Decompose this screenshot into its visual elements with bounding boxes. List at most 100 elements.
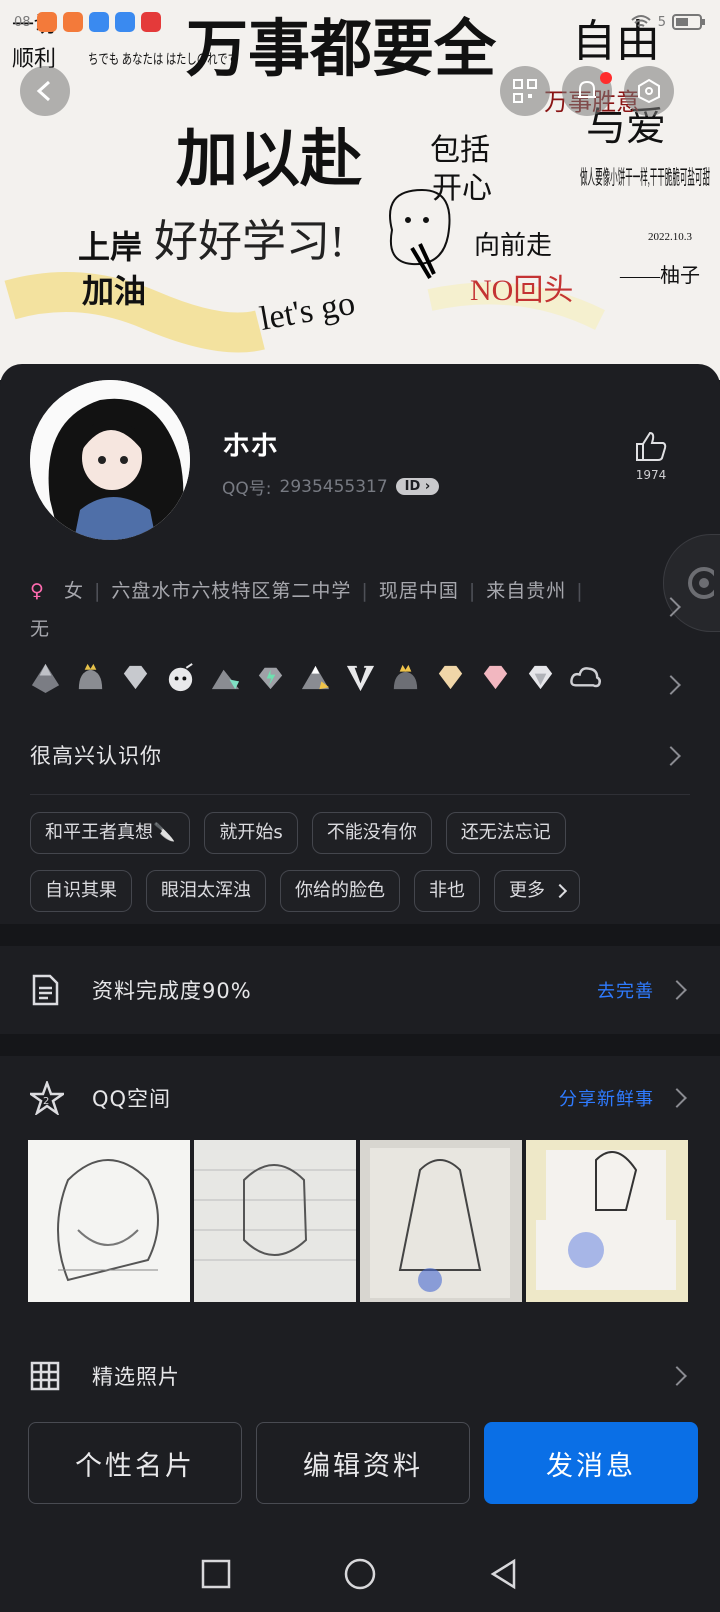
- qr-code-icon: [513, 79, 537, 103]
- tag-item[interactable]: 你给的脸色: [280, 870, 400, 912]
- home-icon[interactable]: [342, 1556, 378, 1592]
- greeting-title[interactable]: 很高兴认识你: [30, 740, 162, 770]
- notification-app-icon: [114, 12, 135, 32]
- avatar-illustration: [30, 380, 190, 540]
- featured-photos-label: 精选照片: [92, 1365, 180, 1389]
- thumbs-up-icon: [636, 431, 667, 461]
- crown-badge-icon: [78, 663, 103, 690]
- qzone-chevron-icon: [667, 1088, 687, 1108]
- qzone-label: QQ空间: [92, 1087, 172, 1111]
- back-arrow-icon: [36, 80, 51, 102]
- sketch-photo: [360, 1140, 522, 1302]
- residence: 现居中国: [378, 580, 459, 602]
- cover-image: 一切 顺利 万事都要全 加以赴 自由 与爱 好好学习! 上岸 加油 let's …: [0, 0, 720, 380]
- qq-number[interactable]: 2935455317: [280, 477, 388, 497]
- completeness-label: 资料完成度90%: [92, 979, 252, 1003]
- id-badge[interactable]: ID ›: [395, 478, 440, 495]
- avatar[interactable]: [30, 380, 190, 540]
- peak-badge-icon: [301, 665, 330, 690]
- cover-text-15: 做人要像小饼干一样,干干脆脆可盐可甜: [580, 166, 710, 189]
- notification-app-icon: [36, 12, 57, 32]
- complete-profile-link[interactable]: 去完善: [597, 977, 654, 1003]
- cover-text-8: 加油: [82, 273, 146, 309]
- cover-text-18: ちでも あなたは はたしのれです: [88, 52, 238, 68]
- cover-text-10: 包括: [430, 134, 490, 167]
- settings-button[interactable]: [624, 66, 674, 116]
- svg-text:2: 2: [43, 1096, 49, 1107]
- female-icon: ♀: [30, 580, 45, 602]
- qzone-photo[interactable]: [360, 1140, 522, 1302]
- tag-item[interactable]: 还无法忘记: [445, 812, 566, 854]
- status-time: 08: [14, 14, 31, 30]
- profile-card-button[interactable]: 个性名片: [28, 1422, 242, 1504]
- tag-cloud: 和平王者真想🔪 就开始s 不能没有你 还无法忘记 自识其果 眼泪太浑浊 你给的脸…: [30, 812, 680, 928]
- system-nav-bar: [0, 1535, 720, 1612]
- qzone-photo[interactable]: [194, 1140, 356, 1302]
- cover-text-6: 好好学习!: [154, 217, 345, 266]
- share-news-link[interactable]: 分享新鲜事: [559, 1085, 654, 1111]
- qzone-photo[interactable]: [28, 1140, 190, 1302]
- origin: 来自贵州: [486, 580, 567, 602]
- tag-item[interactable]: 非也: [414, 870, 480, 912]
- like-count: 1974: [635, 468, 667, 482]
- qq-label: QQ号:: [222, 479, 272, 499]
- section-separator: [0, 924, 720, 946]
- completeness-chevron-icon: [667, 980, 687, 1000]
- profile-completeness-row[interactable]: 资料完成度90% 去完善: [0, 950, 720, 1030]
- sketch-photo: [526, 1140, 688, 1302]
- cover-text-17: 2022.10.3: [648, 231, 693, 243]
- wifi-icon: [631, 15, 651, 27]
- featured-chevron-icon: [667, 1366, 687, 1386]
- cover-text-3: 加以赴: [176, 126, 362, 194]
- gold-diamond-badge-icon: [438, 665, 463, 690]
- action-buttons: 个性名片 编辑资料 发消息: [28, 1422, 698, 1504]
- signal-label: 5: [657, 14, 666, 30]
- cover-text-13: NO回头: [470, 274, 573, 307]
- silver-diamond-badge-icon: [528, 665, 553, 690]
- cover-text-7: 上岸: [78, 229, 142, 265]
- send-message-button[interactable]: 发消息: [484, 1422, 698, 1504]
- back-button[interactable]: [20, 66, 70, 116]
- tag-item[interactable]: 和平王者真想🔪: [30, 812, 191, 854]
- qzone-photo[interactable]: [526, 1140, 688, 1302]
- tag-item[interactable]: 自识其果: [30, 870, 132, 912]
- chevron-right-icon: [552, 883, 568, 899]
- cover-doodle: 一切 顺利 万事都要全 加以赴 自由 与爱 好好学习! 上岸 加油 let's …: [0, 0, 720, 380]
- star-icon: 2: [30, 1081, 64, 1115]
- notification-app-icon: [140, 12, 161, 32]
- sketch-photo: [28, 1140, 190, 1302]
- notification-dot: [600, 72, 612, 84]
- school: 六盘水市六枝特区第二中学: [111, 580, 352, 602]
- camera-lens-icon: [688, 567, 720, 599]
- badge-row[interactable]: [28, 660, 603, 695]
- mountain-badge-icon: [31, 663, 60, 694]
- like-button[interactable]: 1974: [628, 430, 674, 482]
- grid-icon: [30, 1361, 60, 1391]
- cover-text-12: 向前走: [474, 231, 552, 260]
- back-icon[interactable]: [488, 1558, 520, 1590]
- edit-profile-button[interactable]: 编辑资料: [256, 1422, 470, 1504]
- gender: 女: [63, 580, 84, 602]
- bomb-badge-icon: [168, 663, 193, 692]
- document-icon: [32, 974, 59, 1006]
- diamond-badge-icon: [123, 665, 148, 690]
- tag-item[interactable]: 就开始s: [204, 812, 298, 854]
- recent-apps-icon[interactable]: [200, 1558, 232, 1590]
- profile-name: ホホ: [222, 429, 279, 462]
- tag-item[interactable]: 不能没有你: [311, 812, 432, 854]
- tag-item[interactable]: 眼泪太浑浊: [146, 870, 266, 912]
- floating-side-button[interactable]: [663, 534, 720, 632]
- lightning-diamond-badge-icon: [258, 667, 283, 690]
- bell-icon: [578, 80, 596, 98]
- hill-badge-icon: [211, 669, 240, 690]
- notification-button[interactable]: [562, 66, 612, 116]
- featured-photos-row[interactable]: 精选照片: [0, 1336, 720, 1416]
- qzone-row[interactable]: 2 QQ空间 分享新鲜事: [0, 1058, 720, 1138]
- sketch-photo: [194, 1140, 356, 1302]
- v-badge-icon: [346, 665, 375, 692]
- qr-code-button[interactable]: [500, 66, 550, 116]
- profile-info[interactable]: ♀ 女 | 六盘水市六枝特区第二中学 | 现居中国 | 来自贵州 |无: [30, 572, 610, 648]
- notification-app-icon: [62, 12, 83, 32]
- divider: [30, 794, 690, 795]
- tags-more-button[interactable]: 更多: [494, 870, 580, 912]
